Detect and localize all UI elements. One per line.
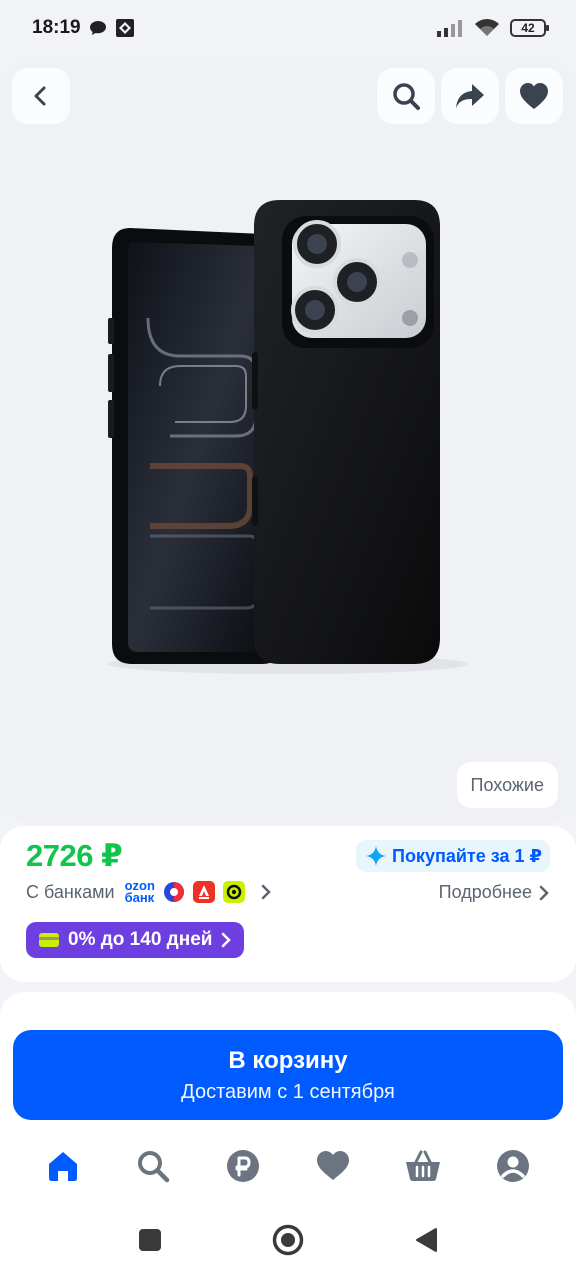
heart-icon — [317, 1151, 349, 1180]
more-details-label: Подробнее — [438, 882, 532, 902]
alfa-bank-icon — [192, 881, 215, 903]
profile-icon — [497, 1150, 529, 1182]
similar-products-button[interactable]: Похожие — [456, 762, 558, 808]
green-bank-icon — [222, 881, 245, 903]
search-icon — [138, 1151, 170, 1183]
chevron-right-icon — [261, 884, 271, 900]
installment-label: 0% до 140 дней — [68, 929, 213, 950]
similar-products-label: Похожие — [470, 774, 544, 795]
bottom-tab-bar — [0, 1132, 576, 1200]
banks-label: С банками — [26, 881, 115, 902]
ozon-bank-logo-line2: банк — [124, 890, 155, 905]
status-bar: 18:19 42 — [0, 0, 576, 56]
sparkle-icon — [366, 846, 386, 866]
ruble-icon — [227, 1150, 259, 1182]
signal-icon — [437, 20, 462, 37]
chevron-right-icon — [539, 885, 549, 900]
add-to-cart-button[interactable]: В корзину Доставим с 1 сентября — [13, 1030, 563, 1120]
battery-level: 42 — [521, 21, 535, 35]
tab-cart[interactable] — [393, 1136, 453, 1196]
tab-search[interactable] — [123, 1136, 183, 1196]
back-system-button[interactable] — [404, 1218, 448, 1262]
home-icon — [49, 1152, 77, 1181]
product-gallery[interactable]: Похожие — [0, 56, 576, 822]
battery-indicator: 42 — [510, 19, 549, 37]
product-image[interactable] — [0, 56, 576, 822]
card-icon — [39, 933, 59, 947]
promo-chip[interactable]: Покупайте за 1 ₽ — [356, 840, 550, 872]
square-icon — [139, 1229, 161, 1251]
price-card: 2726 ₽ Покупайте за 1 ₽ С банками ozon б… — [0, 826, 576, 982]
app-notification-icon — [115, 19, 134, 37]
chevron-right-icon — [222, 932, 232, 948]
system-navigation-bar — [0, 1200, 576, 1280]
wifi-icon — [475, 19, 499, 36]
bank-logo-icon — [162, 881, 185, 903]
basket-icon — [406, 1150, 440, 1181]
triangle-back-icon — [416, 1228, 437, 1252]
add-to-cart-label: В корзину — [228, 1046, 348, 1074]
delivery-date-label: Доставим с 1 сентября — [181, 1080, 395, 1103]
home-system-button[interactable] — [266, 1218, 310, 1262]
case-back-view — [252, 200, 440, 664]
recent-apps-button[interactable] — [128, 1218, 172, 1262]
more-details-link[interactable]: Подробнее — [439, 882, 550, 903]
circle-icon — [272, 1224, 304, 1256]
status-time: 18:19 — [32, 17, 81, 38]
banks-row[interactable]: С банками ozon банк — [26, 879, 273, 905]
tab-profile[interactable] — [483, 1136, 543, 1196]
product-price: 2726 ₽ — [26, 838, 123, 873]
tab-home[interactable] — [33, 1136, 93, 1196]
tab-favorites[interactable] — [303, 1136, 363, 1196]
chat-notification-icon — [89, 21, 106, 35]
tab-payments[interactable] — [213, 1136, 273, 1196]
promo-label: Покупайте за 1 ₽ — [392, 845, 542, 866]
ozon-bank-logo: ozon банк — [124, 879, 155, 905]
installment-badge[interactable]: 0% до 140 дней — [26, 922, 245, 958]
